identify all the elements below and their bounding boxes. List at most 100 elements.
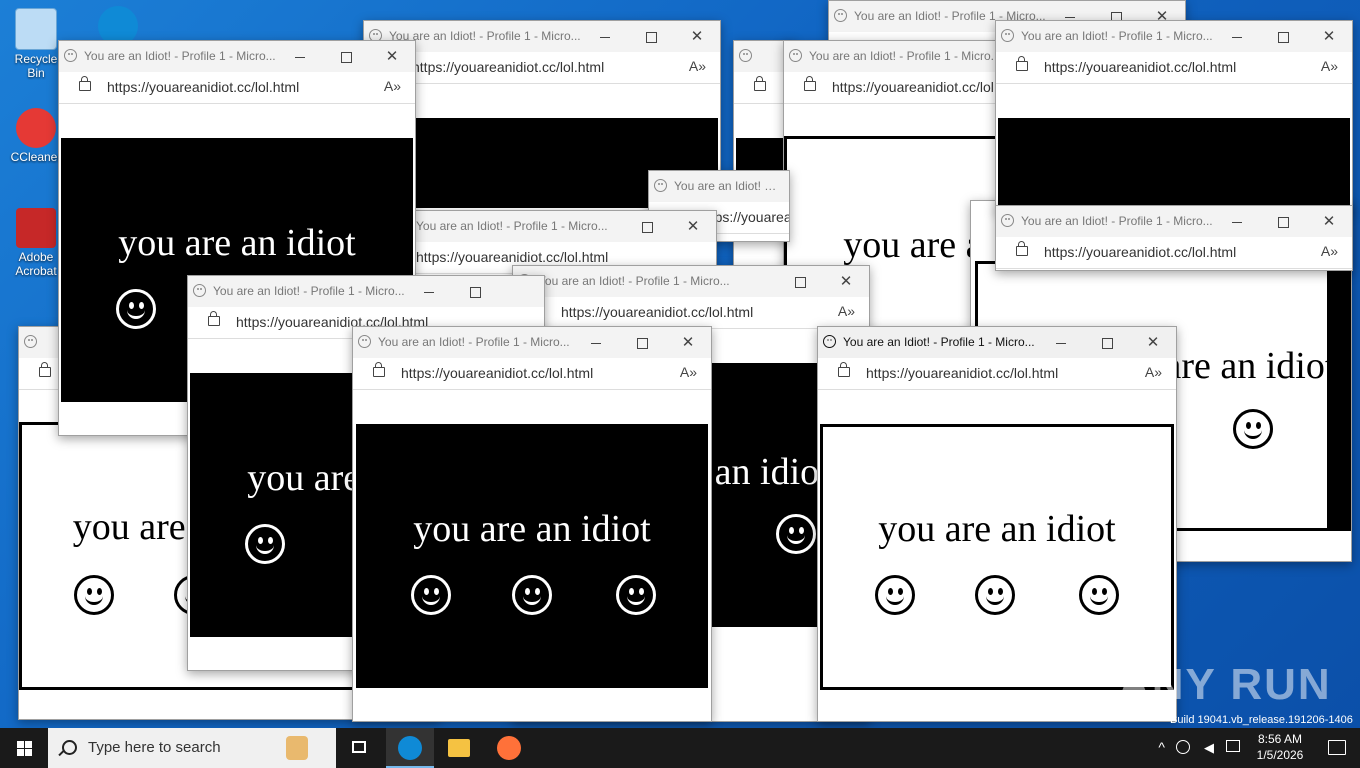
close-button[interactable]: ✕ — [1306, 206, 1352, 237]
taskbar-explorer-button[interactable] — [435, 728, 483, 768]
smiley-icon — [776, 514, 816, 554]
maximize-button[interactable] — [777, 266, 823, 297]
close-button[interactable]: ✕ — [665, 327, 711, 358]
smiley-favicon-icon — [193, 284, 206, 297]
maximize-button[interactable] — [1260, 21, 1306, 52]
address-bar[interactable]: https://youareanidiot.cc/lol.html A» — [364, 52, 720, 84]
firefox-icon — [497, 736, 521, 760]
url-text[interactable]: https://youareanidiot.cc/lol.html — [401, 365, 593, 381]
browser-window[interactable]: You are an Idiot! - Profile 1 - Micro...… — [352, 326, 712, 722]
maximize-button[interactable] — [323, 41, 369, 72]
task-view-button[interactable] — [336, 728, 384, 768]
address-bar[interactable]: https://youareanidiot.cc/lol.html A» — [353, 358, 711, 390]
url-text[interactable]: https://youareanidiot.cc/lol.html — [561, 304, 753, 320]
minimize-button[interactable] — [406, 276, 452, 307]
title-bar[interactable]: You are an Idiot! - Profile 1 - Micro...… — [353, 327, 711, 358]
taskbar-firefox-button[interactable] — [485, 728, 533, 768]
smiley-favicon-icon — [823, 335, 836, 348]
url-text[interactable]: https://youareanidiot.cc/lol.html — [1044, 244, 1236, 260]
read-aloud-icon[interactable]: A» — [838, 303, 855, 319]
address-bar[interactable]: https://youareanidiot.cc/lol.html A» — [818, 358, 1176, 390]
browser-window[interactable]: You are an Idiot! - Profile 1 - Micro...… — [995, 20, 1353, 212]
url-text[interactable]: https://youareanidiot.cc/lol.html — [412, 59, 604, 75]
smiley-icon — [616, 575, 656, 615]
maximize-button[interactable] — [1260, 206, 1306, 237]
taskbar-edge-button[interactable] — [386, 728, 434, 768]
notification-icon[interactable] — [1328, 740, 1346, 755]
window-title: You are an Idiot! - Profile 1 - Micro... — [416, 219, 608, 233]
window-title: You are an Idiot! - Profile 1 - Micro... — [1021, 29, 1213, 43]
maximize-button[interactable] — [452, 276, 498, 307]
windows-logo-icon — [17, 741, 32, 756]
taskbar-search-box[interactable]: Type here to search — [48, 728, 336, 768]
ccleaner-icon — [16, 108, 56, 148]
chevron-up-icon[interactable]: ^ — [1158, 739, 1165, 755]
network-icon[interactable] — [1176, 740, 1190, 754]
minimize-button[interactable] — [1214, 206, 1260, 237]
clock[interactable]: 8:56 AM 1/5/2026 — [1248, 731, 1312, 763]
smiley-favicon-icon — [358, 335, 371, 348]
close-button[interactable]: ✕ — [1130, 327, 1176, 358]
recycle-bin-icon — [15, 8, 57, 50]
lock-icon — [208, 311, 220, 326]
title-bar[interactable]: You are an Idiot! - Profile 1 - Micro... — [188, 276, 544, 307]
read-aloud-icon[interactable]: A» — [1321, 243, 1338, 259]
title-bar[interactable]: You are an Idiot! - Profile 1 - Micro...… — [996, 206, 1352, 237]
desktop-icon-adobe-acrobat[interactable]: Adobe Acrobat — [6, 208, 66, 278]
url-text[interactable]: https://youareanidiot.cc/lol.html — [416, 249, 608, 265]
url-text[interactable]: https://youareanidiot.cc/lol.html — [1044, 59, 1236, 75]
title-bar[interactable]: You are an Idiot! - Profile 1 - Micro...… — [411, 211, 716, 242]
desktop-icon-ccleaner[interactable]: CCleaner — [6, 108, 66, 164]
maximize-button[interactable] — [624, 211, 670, 242]
window-title: You are an Idiot! - Profile 1 - Micro... — [84, 49, 276, 63]
anyrun-watermark: ANY RUN — [1118, 660, 1332, 709]
read-aloud-icon[interactable]: A» — [1321, 58, 1338, 74]
address-bar[interactable]: https://youareanidiot.cc/lol.html A» — [996, 237, 1352, 269]
title-bar[interactable]: You are an Idiot! - Profile 1 - Micro...… — [818, 327, 1176, 358]
address-bar[interactable]: https://youareanidiot.cc/lol.html A» — [59, 72, 415, 104]
folder-icon — [448, 739, 470, 757]
minimize-button[interactable] — [1038, 327, 1084, 358]
title-bar[interactable]: You are an Idiot! - Profile 1 - Micro...… — [364, 21, 720, 52]
read-aloud-icon[interactable]: A» — [689, 58, 706, 74]
title-bar[interactable]: You are an Idiot! - Profile 1 - Micro...… — [59, 41, 415, 72]
display-icon[interactable] — [1226, 740, 1240, 752]
minimize-button[interactable] — [1214, 21, 1260, 52]
title-bar[interactable]: You are an Idiot! - Profile 1 - Micro...… — [996, 21, 1352, 52]
close-button[interactable]: ✕ — [1306, 21, 1352, 52]
close-button[interactable]: ✕ — [674, 21, 720, 52]
maximize-button[interactable] — [1084, 327, 1130, 358]
idiot-panel — [1327, 261, 1351, 531]
maximize-button[interactable] — [628, 21, 674, 52]
title-bar[interactable]: You are an Idiot! - Profile 1 - Micro...… — [513, 266, 869, 297]
close-button[interactable]: ✕ — [670, 211, 716, 242]
build-text: Build 19041.vb_release.191206-1406 — [1170, 714, 1353, 726]
idiot-message: you are an idiot — [118, 222, 356, 264]
smiley-icon — [74, 575, 114, 615]
minimize-button[interactable] — [582, 21, 628, 52]
url-text[interactable]: https://youareanidiot.cc/lol.html — [866, 365, 1058, 381]
browser-window[interactable]: You are an Idiot! - Profile 1 - Micro...… — [995, 205, 1353, 271]
close-button[interactable]: ✕ — [823, 266, 869, 297]
close-button[interactable]: ✕ — [369, 41, 415, 72]
window-title: You are an Idiot! - Profile 1 - Micro... — [809, 49, 1001, 63]
clock-time: 8:56 AM — [1257, 732, 1303, 746]
volume-icon[interactable]: ◀ — [1204, 740, 1214, 756]
maximize-button[interactable] — [619, 327, 665, 358]
desktop-icon-recycle-bin[interactable]: Recycle Bin — [6, 8, 66, 80]
minimize-button[interactable] — [573, 327, 619, 358]
window-title: You are an Idiot! - Profile 1 - Micro... — [378, 335, 570, 349]
task-view-icon — [352, 741, 366, 753]
read-aloud-icon[interactable]: A» — [384, 78, 401, 94]
address-bar[interactable]: https://youareanidiot.cc/lol.html A» — [513, 297, 869, 329]
read-aloud-icon[interactable]: A» — [1145, 364, 1162, 380]
search-highlight-icon — [286, 736, 308, 760]
minimize-button[interactable] — [277, 41, 323, 72]
lock-icon — [39, 362, 51, 377]
read-aloud-icon[interactable]: A» — [680, 364, 697, 380]
address-bar[interactable]: https://youareanidiot.cc/lol.html A» — [996, 52, 1352, 84]
smiley-icon — [512, 575, 552, 615]
url-text[interactable]: https://youareanidiot.cc/lol.html — [107, 79, 299, 95]
title-bar[interactable]: You are an Idiot! - Profile 1 - Micro... — [649, 171, 789, 202]
start-button[interactable] — [0, 728, 48, 768]
